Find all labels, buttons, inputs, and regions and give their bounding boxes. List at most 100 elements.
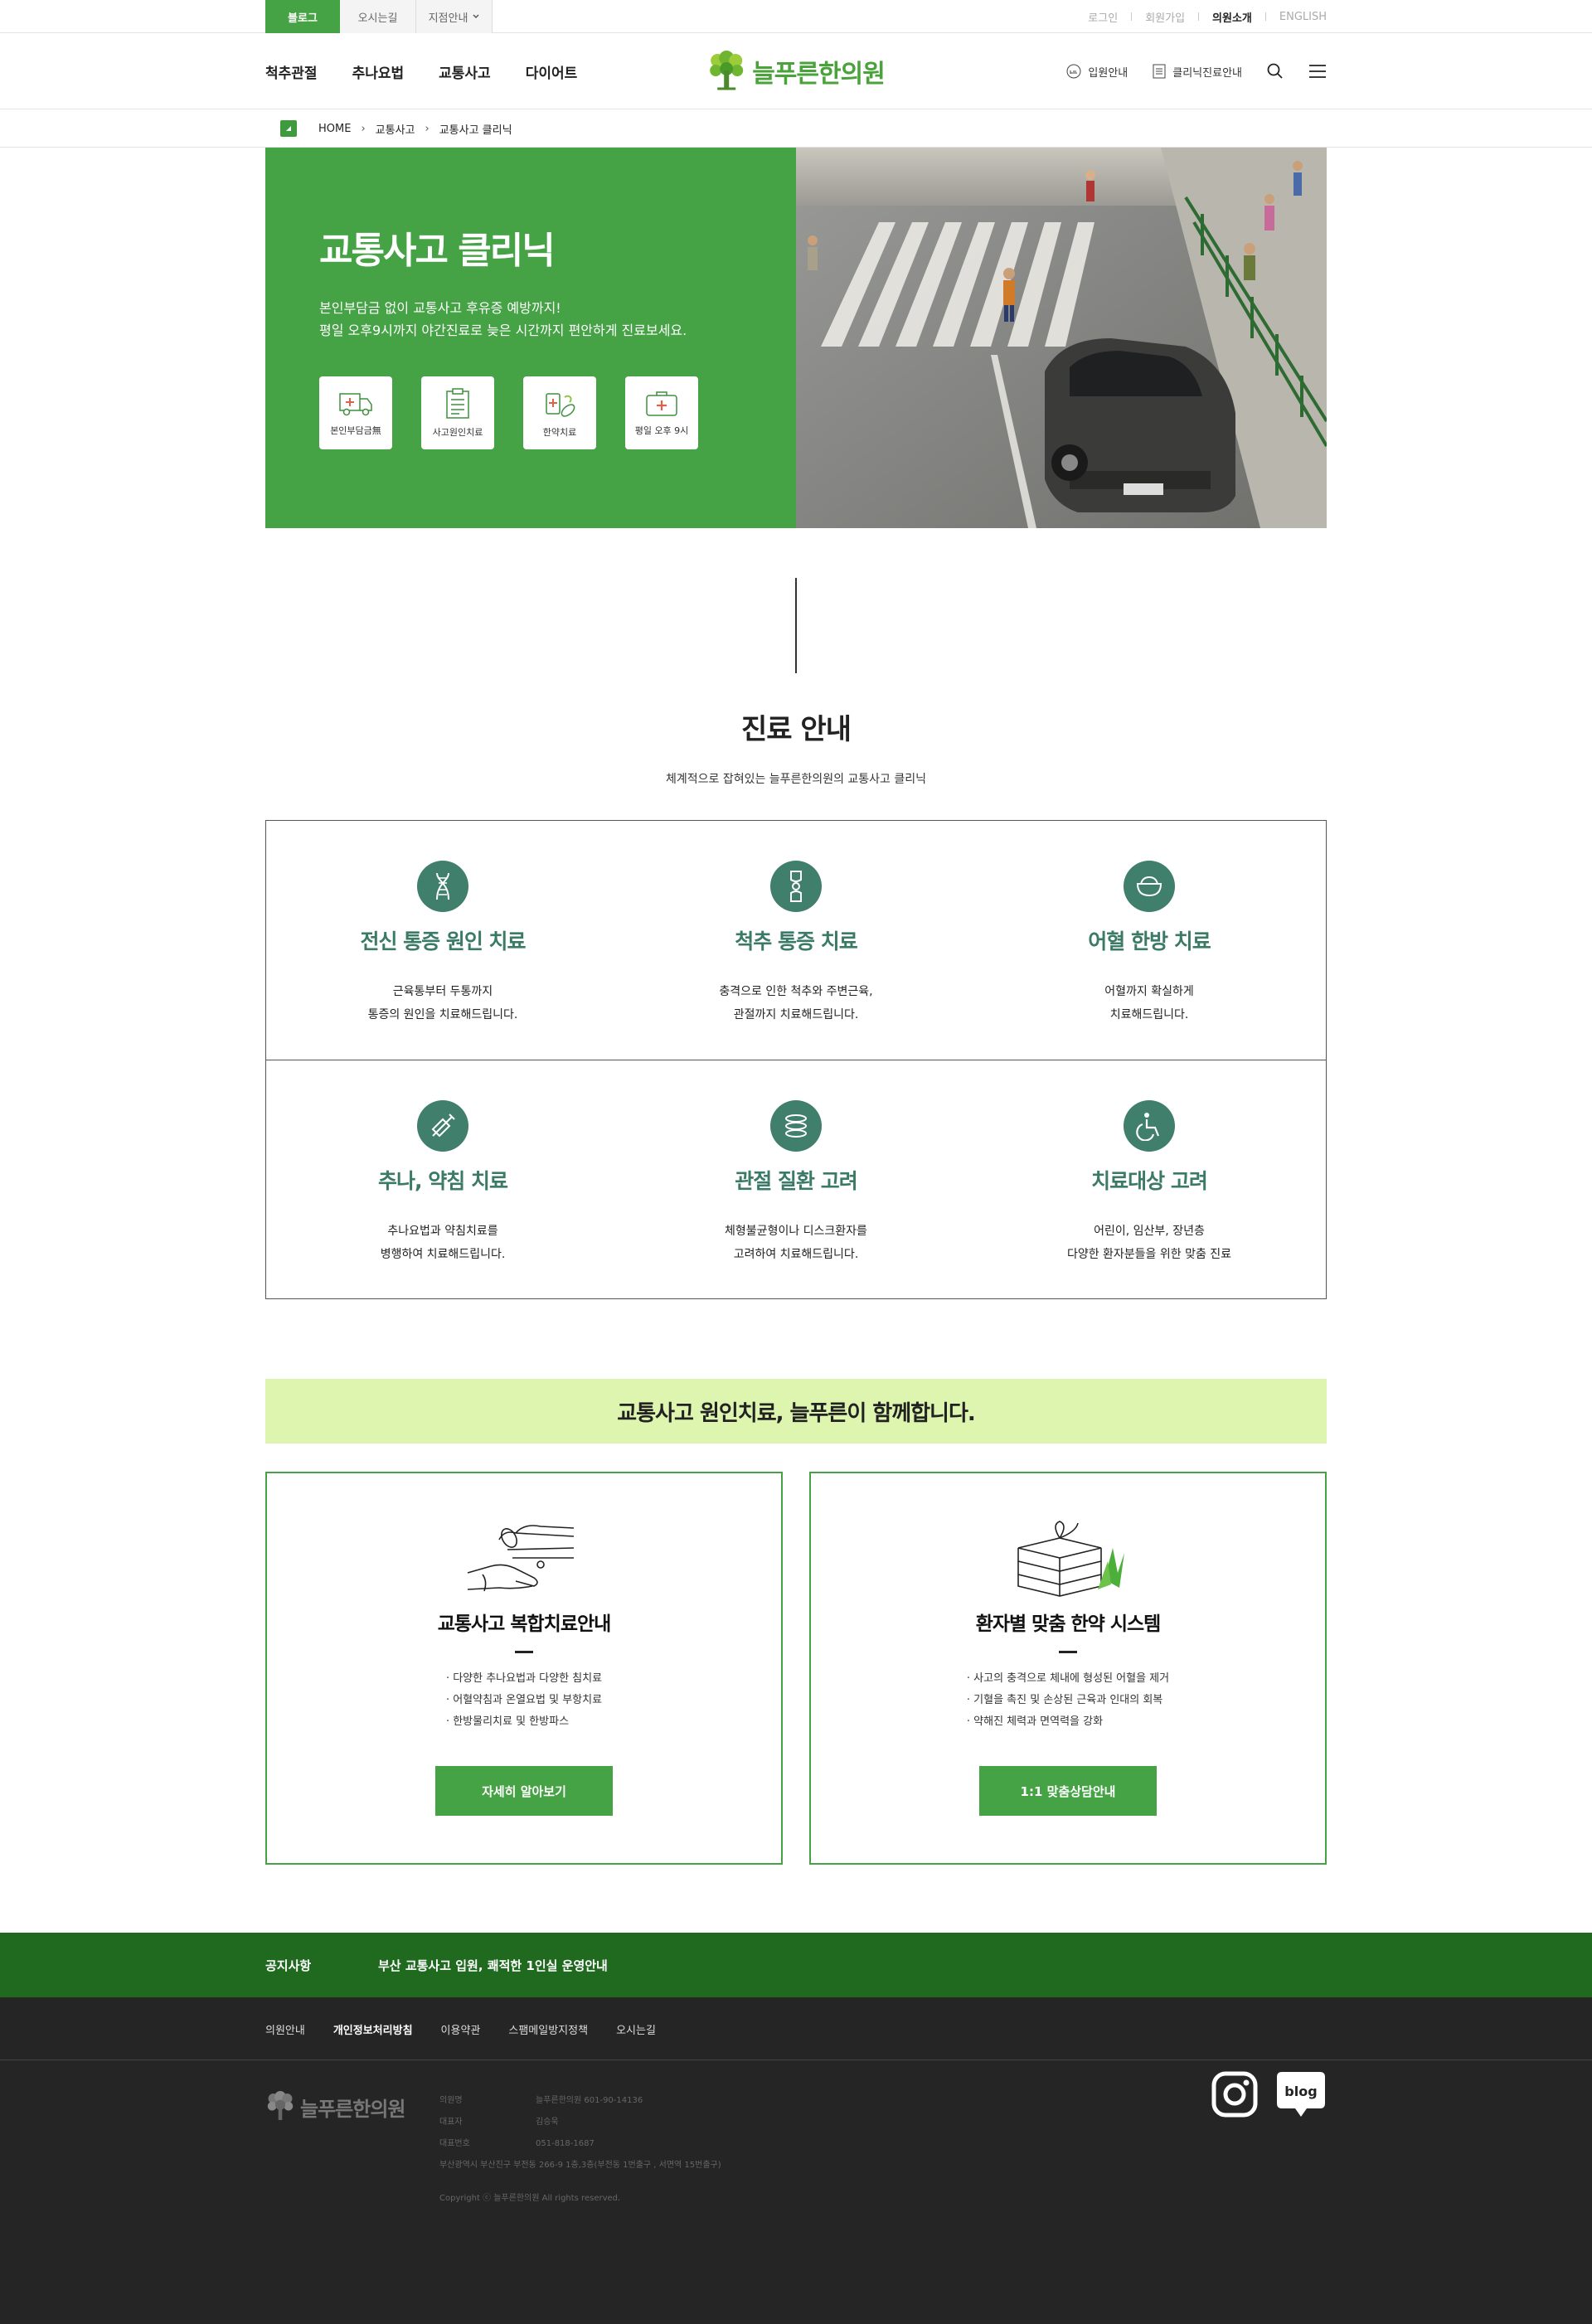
service-card: 환자별 맞춤 한약 시스템 · 사고의 충격으로 체내에 형성된 어혈을 제거 … xyxy=(809,1472,1327,1865)
main-nav: 척추관절 추나요법 교통사고 다이어트 xyxy=(265,61,577,82)
joint-icon xyxy=(770,861,822,912)
chevron-down-icon xyxy=(473,14,479,19)
treatment-item-title: 전신 통증 원인 치료 xyxy=(360,929,526,953)
info-value: 051-818-1687 xyxy=(536,2139,595,2148)
herbal-medicine-icon xyxy=(546,393,575,417)
card-list-item: · 다양한 추나요법과 다양한 침치료 xyxy=(445,1672,603,1685)
notice-bar: 공지사항 부산 교통사고 입원, 쾌적한 1인실 운영안내 xyxy=(0,1933,1592,1997)
home-icon[interactable] xyxy=(280,120,297,137)
footer-link-spam[interactable]: 스팸메일방지정책 xyxy=(508,2021,588,2037)
tab-branches[interactable]: 지점안내 xyxy=(416,0,493,33)
english-link[interactable]: ENGLISH xyxy=(1279,11,1327,23)
footer-link-terms[interactable]: 이용약관 xyxy=(441,2021,481,2037)
chevron-right-icon: › xyxy=(361,122,366,135)
about-link[interactable]: 의원소개 xyxy=(1212,9,1252,25)
desc-line: 충격으로 인한 척추와 주변근육, xyxy=(719,985,873,998)
footer-info-row: 대표자 김승욱 xyxy=(439,2112,721,2133)
slogan-banner: 교통사고 원인치료, 늘푸른이 함께합니다. xyxy=(265,1379,1327,1443)
treatment-item-desc: 어린이, 임산부, 장년층 다양한 환자분들을 위한 맞춤 진료 xyxy=(1067,1220,1231,1266)
nav-spine-joint[interactable]: 척추관절 xyxy=(265,61,318,82)
desc-line: 어혈까지 확실하게 xyxy=(1104,985,1194,998)
document-icon xyxy=(1153,64,1166,79)
menu-icon[interactable] xyxy=(1308,64,1327,79)
footer-body: 늘푸른한의원 의원명 늘푸른한의원 601-90-14136 대표자 김승욱 대표번… xyxy=(0,2060,1592,2210)
card-title: 교통사고 복합치료안내 xyxy=(437,1613,612,1635)
treatment-item-desc: 근육통부터 두통까지 통증의 원인을 치료해드립니다. xyxy=(368,980,518,1026)
treatment-item: 전신 통증 원인 치료 근육통부터 두통까지 통증의 원인을 치료해드립니다. xyxy=(266,821,619,1060)
info-key: 대표번호 xyxy=(439,2139,470,2148)
treatment-item-desc: 체형불균형이나 디스크환자를 고려하여 치료해드립니다. xyxy=(725,1220,867,1266)
clinic-guide-label: 클리닉진료안내 xyxy=(1172,66,1242,80)
treatment-item: 어혈 한방 치료 어혈까지 확실하게 치료해드립니다. xyxy=(973,821,1326,1060)
learn-more-button[interactable]: 자세히 알아보기 xyxy=(435,1766,613,1816)
logo[interactable]: 늘푸른한의원 xyxy=(707,51,886,92)
card-list-item: · 사고의 충격으로 체내에 형성된 어혈을 제거 xyxy=(966,1672,1170,1685)
desc-line: 체형불균형이나 디스크환자를 xyxy=(725,1225,867,1238)
info-key: 의원명 xyxy=(439,2096,463,2105)
card-title: 환자별 맞춤 한약 시스템 xyxy=(975,1613,1162,1635)
feature-cause-treatment: 사고원인치료 xyxy=(421,376,494,449)
feature-label: 한약치료 xyxy=(542,427,577,438)
card-list-item: · 어혈약침과 온열요법 및 부항치료 xyxy=(445,1694,603,1706)
blog-icon[interactable]: blog xyxy=(1275,2070,1327,2120)
footer-address: 부산광역시 부산진구 부전동 266-9 1층,3층(부전동 1번출구 , 서면… xyxy=(439,2161,721,2170)
consultation-button[interactable]: 1:1 맞춤상담안내 xyxy=(979,1766,1157,1816)
hero-description: 본인부담금 없이 교통사고 후유증 예방까지! 평일 오후9시까지 야간진료로 … xyxy=(319,297,796,342)
footer-link-clinic[interactable]: 의원안내 xyxy=(265,2021,305,2037)
card-divider xyxy=(1059,1651,1077,1653)
breadcrumb-traffic[interactable]: 교통사고 xyxy=(376,121,415,137)
breadcrumb-home[interactable]: HOME xyxy=(318,123,351,135)
first-aid-kit-icon xyxy=(646,391,677,416)
admission-guide-link[interactable]: 입원안내 xyxy=(1066,64,1128,80)
header: 척추관절 추나요법 교통사고 다이어트 늘푸른한의원 입원안내 클리닉진료안내 xyxy=(0,33,1592,109)
login-link[interactable]: 로그인 xyxy=(1088,9,1118,25)
treatment-grid: 전신 통증 원인 치료 근육통부터 두통까지 통증의 원인을 치료해드립니다. … xyxy=(265,820,1327,1299)
treatment-item: 추나, 약침 치료 추나요법과 약침치료를 병행하여 치료해드립니다. xyxy=(266,1060,619,1298)
signup-link[interactable]: 회원가입 xyxy=(1145,9,1185,25)
card-list-item: · 한방물리치료 및 한방파스 xyxy=(445,1715,570,1728)
desc-line: 치료해드립니다. xyxy=(1109,1008,1189,1021)
service-cards: 교통사고 복합치료안내 · 다양한 추나요법과 다양한 침치료 · 어혈약침과 … xyxy=(265,1472,1327,1865)
feature-label: 본인부담금無 xyxy=(330,425,381,436)
divider xyxy=(1198,12,1200,21)
herbal-package-icon xyxy=(1017,1521,1124,1597)
card-list: · 사고의 충격으로 체내에 형성된 어혈을 제거 · 기혈을 촉진 및 손상된… xyxy=(967,1668,1169,1733)
footer-link-directions[interactable]: 오시는길 xyxy=(616,2021,656,2037)
clinic-guide-link[interactable]: 클리닉진료안내 xyxy=(1153,64,1242,80)
search-icon[interactable] xyxy=(1267,63,1284,80)
hero-desc-line2: 평일 오후9시까지 야간진료로 늦은 시간까지 편안하게 진료보세요. xyxy=(319,323,687,338)
wheelchair-icon xyxy=(1124,1100,1175,1152)
treatment-item-title: 치료대상 고려 xyxy=(1091,1169,1208,1193)
feature-herbal-medicine: 한약치료 xyxy=(523,376,596,449)
instagram-icon[interactable] xyxy=(1211,2070,1259,2118)
notice-link[interactable]: 부산 교통사고 입원, 쾌적한 1인실 운영안내 xyxy=(378,1957,608,1974)
footer-logo: 늘푸른한의원 xyxy=(265,2090,439,2123)
header-utility: 입원안내 클리닉진료안내 xyxy=(1066,63,1327,80)
desc-line: 고려하여 치료해드립니다. xyxy=(733,1248,859,1261)
tab-blog[interactable]: 블로그 xyxy=(265,0,340,33)
footer-info-row: 대표번호 051-818-1687 xyxy=(439,2133,721,2155)
treatment-title: 진료 안내 xyxy=(741,713,852,746)
card-list: · 다양한 추나요법과 다양한 침치료 · 어혈약침과 온열요법 및 부항치료 … xyxy=(446,1668,602,1733)
dna-icon xyxy=(417,861,468,912)
treatment-item-title: 관절 질환 고려 xyxy=(735,1169,857,1193)
clipboard-icon xyxy=(446,388,469,419)
hero-desc-line1: 본인부담금 없이 교통사고 후유증 예방까지! xyxy=(319,300,561,316)
footer-link-privacy[interactable]: 개인정보처리방침 xyxy=(333,2021,413,2037)
ambulance-icon xyxy=(339,393,372,416)
desc-line: 관절까지 치료해드립니다. xyxy=(733,1008,859,1021)
info-value: 김승욱 xyxy=(536,2118,559,2127)
nav-diet[interactable]: 다이어트 xyxy=(526,61,578,82)
breadcrumb-current: 교통사고 클리닉 xyxy=(439,124,512,137)
tab-directions[interactable]: 오시는길 xyxy=(340,0,416,33)
desc-line: 병행하여 치료해드립니다. xyxy=(380,1248,506,1261)
notice-label: 공지사항 xyxy=(265,1958,312,1973)
footer-info: 의원명 늘푸른한의원 601-90-14136 대표자 김승욱 대표번호 051-81… xyxy=(439,2090,721,2210)
desc-line: 어린이, 임산부, 장년층 xyxy=(1094,1225,1205,1238)
treatment-item-title: 추나, 약침 치료 xyxy=(378,1169,508,1193)
service-card: 교통사고 복합치료안내 · 다양한 추나요법과 다양한 침치료 · 어혈약침과 … xyxy=(265,1472,783,1865)
nav-traffic-accident[interactable]: 교통사고 xyxy=(439,61,491,82)
tab-branches-label: 지점안내 xyxy=(428,12,468,25)
desc-line: 근육통부터 두통까지 xyxy=(392,985,493,998)
nav-chuna[interactable]: 추나요법 xyxy=(352,61,405,82)
